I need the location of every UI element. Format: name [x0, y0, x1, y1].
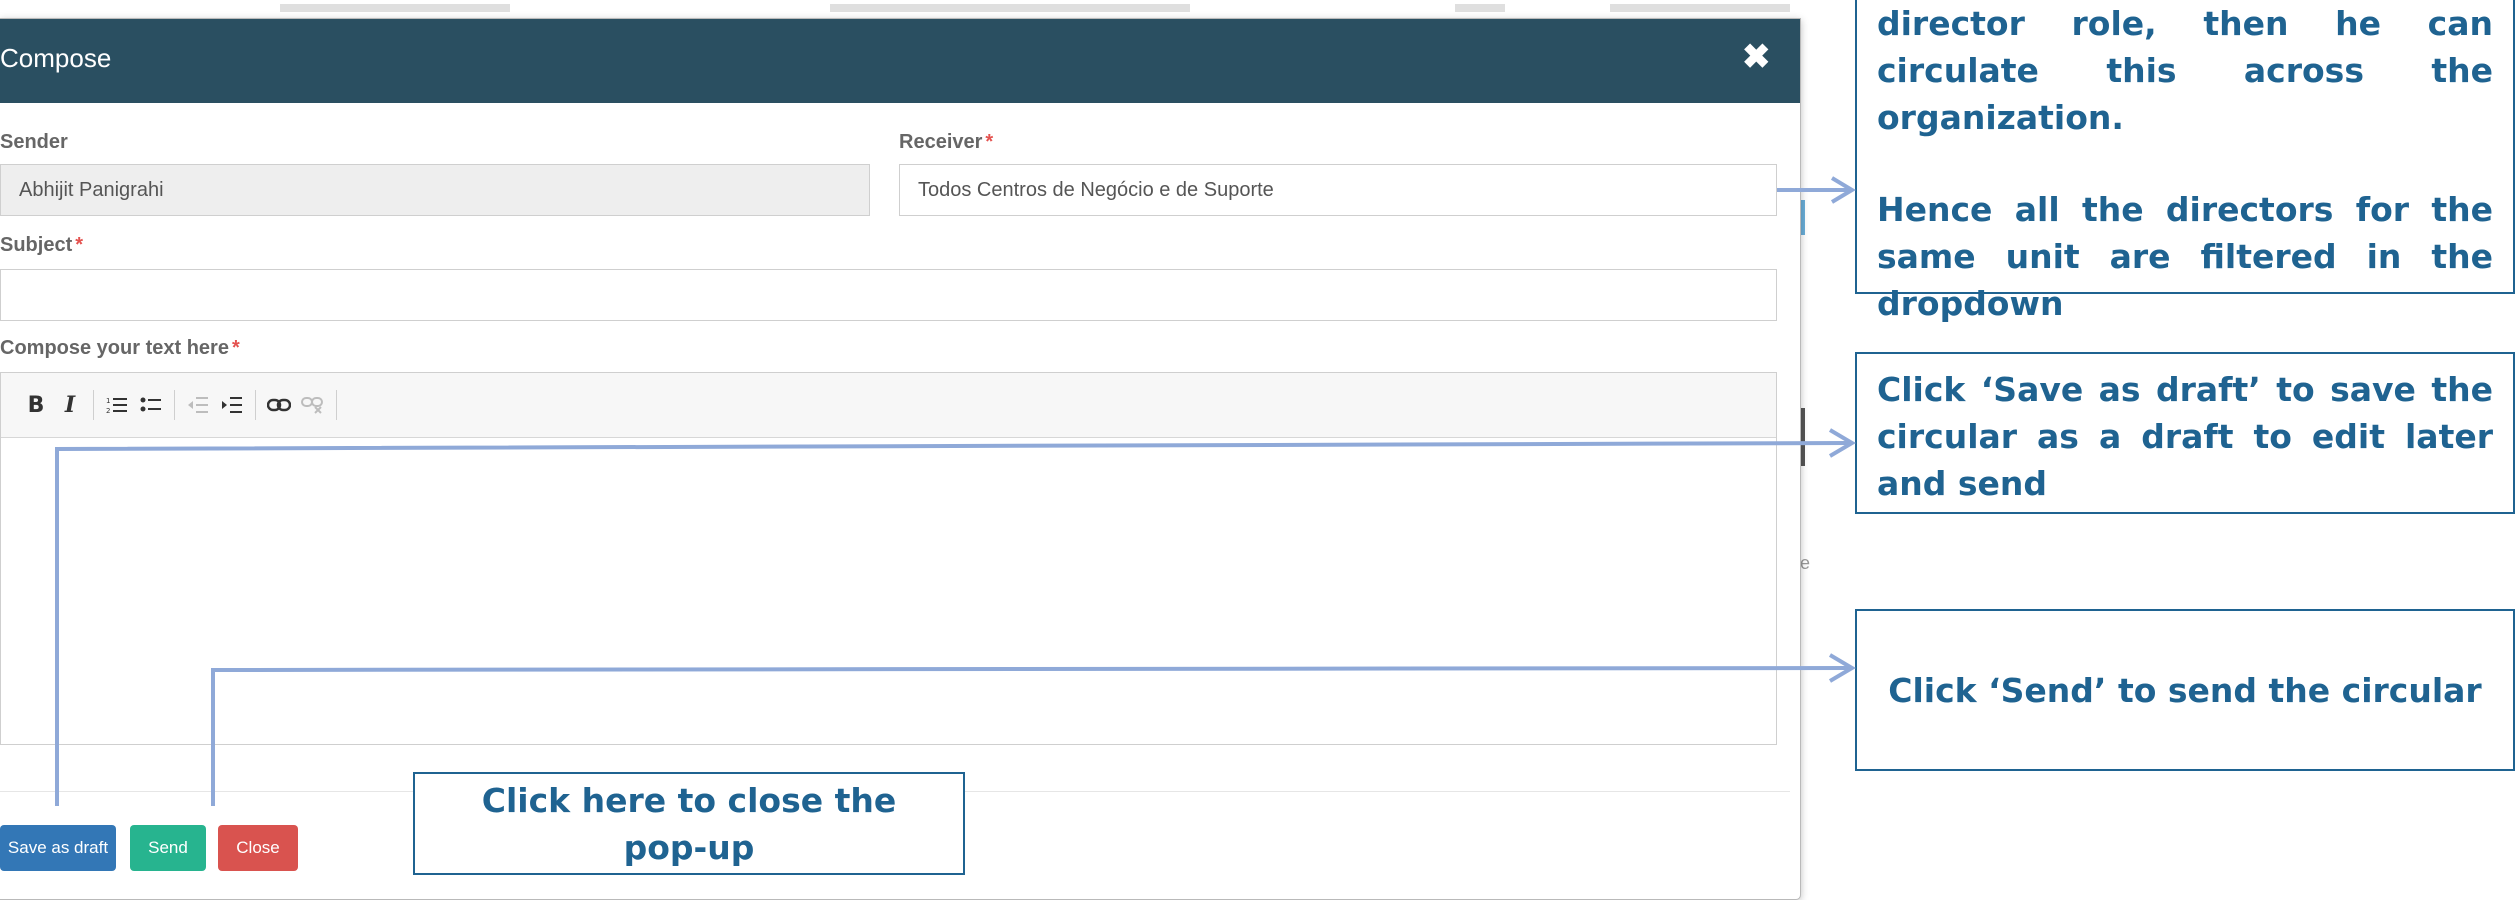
send-arrow: [211, 666, 1851, 806]
save-draft-arrow: [55, 441, 1851, 806]
connector-lines: [55, 176, 1856, 806]
